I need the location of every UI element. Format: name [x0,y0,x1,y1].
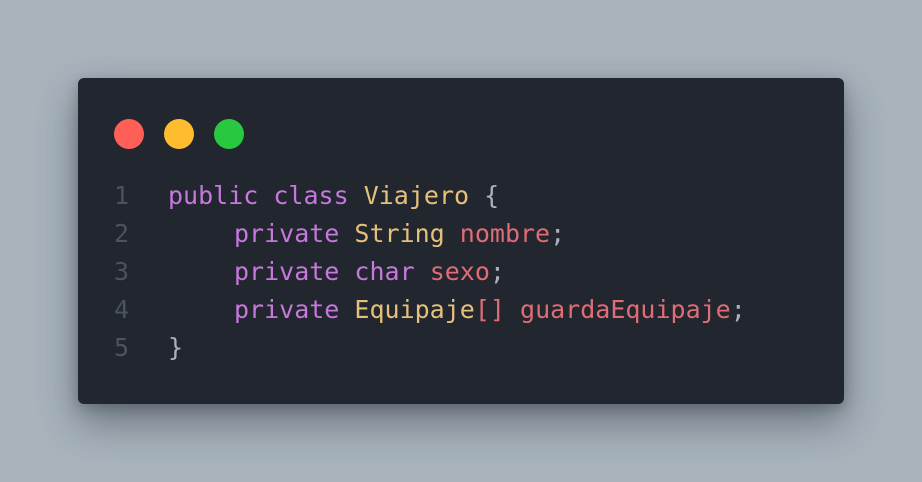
code-text: public class Viajero { [168,177,499,215]
code-token-identifier: [] [474,295,505,324]
code-text: private char sexo; [168,253,505,291]
code-token-punctuation [445,219,460,248]
code-token-identifier: sexo [429,257,490,286]
close-dot-icon[interactable] [114,119,144,149]
code-token-punctuation: ; [550,219,566,248]
maximize-dot-icon[interactable] [214,119,244,149]
minimize-dot-icon[interactable] [164,119,194,149]
code-token-punctuation [469,181,484,210]
code-token-punctuation [258,181,273,210]
code-token-identifier: nombre [459,219,551,248]
code-token-keyword: class [273,181,349,210]
code-token-punctuation: ; [489,257,505,286]
code-token-keyword: private [234,295,340,324]
code-line: 2 private String nombre; [78,215,844,253]
code-token-identifier: guardaEquipaje [520,295,731,324]
code-text: private Equipaje[] guardaEquipaje; [168,291,746,329]
line-number: 1 [114,181,130,210]
line-number: 5 [114,333,130,362]
code-line: 3 private char sexo; [78,253,844,291]
code-block: 1 public class Viajero {2 private String n… [78,177,844,367]
code-token-punctuation: } [168,333,184,362]
code-token-punctuation [505,295,520,324]
code-token-punctuation: { [484,181,500,210]
code-token-keyword: char [354,257,415,286]
code-token-punctuation [349,181,364,210]
code-token-punctuation [339,295,354,324]
code-text: private String nombre; [168,215,565,253]
code-token-punctuation [339,257,354,286]
code-text: } [168,329,183,367]
line-number: 2 [114,219,130,248]
line-number: 4 [114,295,130,324]
code-token-type: Equipaje [354,295,475,324]
code-token-keyword: private [234,257,340,286]
code-token-punctuation: ; [730,295,746,324]
code-token-keyword: public [168,181,259,210]
code-line: 1 public class Viajero { [78,177,844,215]
code-token-keyword: private [234,219,340,248]
code-token-punctuation [415,257,430,286]
code-line: 5} [78,329,844,367]
code-token-type: Viajero [363,181,470,210]
line-number: 3 [114,257,130,286]
code-window: 1 public class Viajero {2 private String n… [78,78,844,404]
code-token-type: String [354,219,445,248]
code-token-punctuation [339,219,354,248]
code-line: 4 private Equipaje[] guardaEquipaje; [78,291,844,329]
